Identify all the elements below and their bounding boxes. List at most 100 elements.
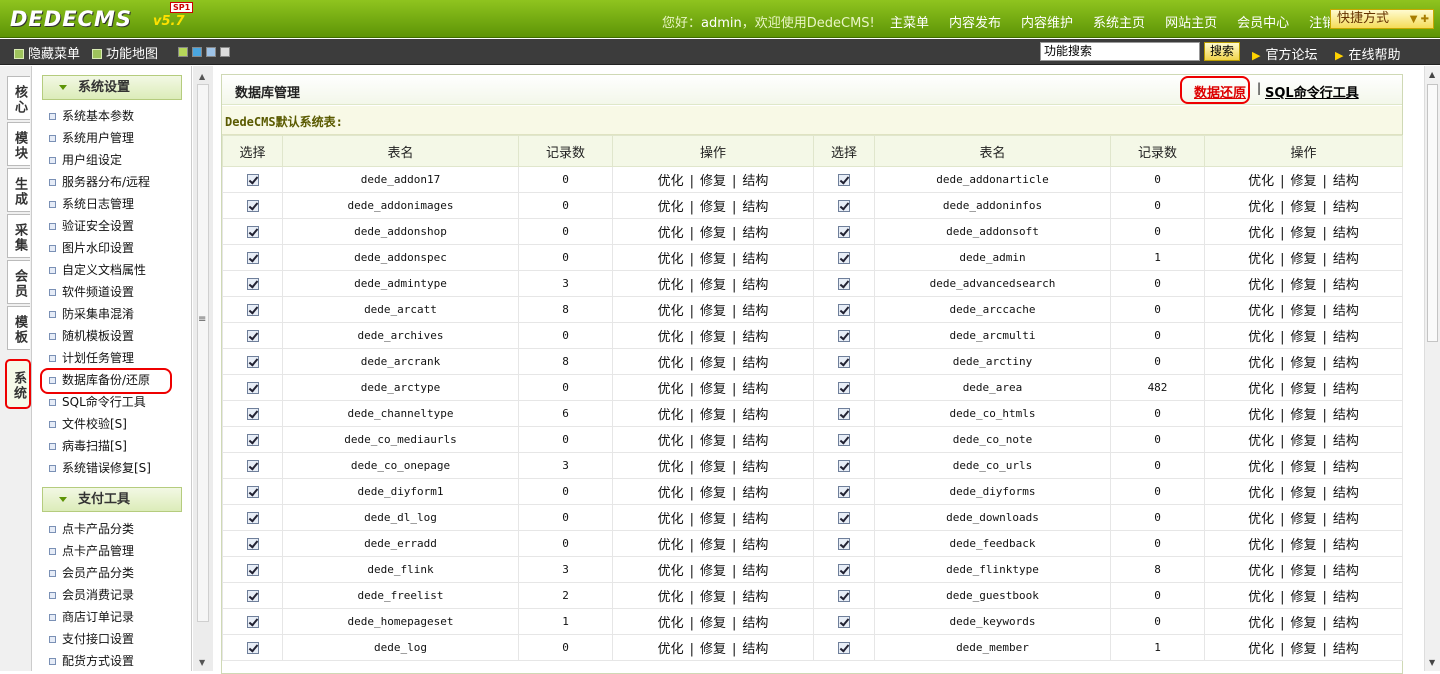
sidebar-item[interactable]: 软件频道设置 [48,283,134,301]
table-checkbox[interactable] [246,642,259,654]
optimize-link[interactable]: 优化 [658,486,684,501]
repair-link[interactable]: 修复 [700,226,726,241]
sidebar-item[interactable]: SQL命令行工具 [48,393,146,411]
optimize-link[interactable]: 优化 [658,304,684,319]
structure-link[interactable]: 结构 [1333,226,1359,241]
scroll-up-arrow-icon[interactable]: ▲ [1429,70,1435,79]
table-checkbox[interactable] [838,174,850,186]
structure-link[interactable]: 结构 [1333,278,1359,293]
top-nav-item[interactable]: 内容发布 [939,12,1011,31]
optimize-link[interactable]: 优化 [658,408,684,423]
table-checkbox[interactable] [838,278,850,290]
official-forum-link[interactable]: ▶ 官方论坛 [1252,44,1317,63]
sidebar-item[interactable]: 商店订单记录 [48,608,134,626]
sidebar-item[interactable]: 系统基本参数 [48,107,134,125]
structure-link[interactable]: 结构 [742,200,768,215]
repair-link[interactable]: 修复 [1290,174,1316,189]
table-checkbox[interactable] [838,434,850,446]
search-button[interactable]: 搜索 [1204,42,1240,61]
sidebar-item[interactable]: 病毒扫描[S] [48,437,127,455]
table-checkbox[interactable] [838,408,850,420]
sidebar-item[interactable]: 配货方式设置 [48,652,134,670]
sidebar-item[interactable]: 支付接口设置 [48,630,134,648]
structure-link[interactable]: 结构 [1333,512,1359,527]
structure-link[interactable]: 结构 [1333,200,1359,215]
optimize-link[interactable]: 优化 [1248,538,1274,553]
structure-link[interactable]: 结构 [742,356,768,371]
structure-link[interactable]: 结构 [1333,486,1359,501]
table-checkbox[interactable] [246,382,259,394]
sidebar-item[interactable]: 系统用户管理 [48,129,134,147]
table-checkbox[interactable] [838,226,850,238]
sql-tool-link[interactable]: SQL命令行工具 [1265,82,1359,101]
table-checkbox[interactable] [246,512,259,524]
table-checkbox[interactable] [838,538,850,550]
repair-link[interactable]: 修复 [700,408,726,423]
sidebar-item[interactable]: 用户组设定 [48,151,122,169]
repair-link[interactable]: 修复 [700,304,726,319]
quick-menu-dropdown[interactable]: 快捷方式 ▼ ✚ [1330,9,1434,29]
optimize-link[interactable]: 优化 [658,200,684,215]
function-map-button[interactable]: 功能地图 [92,43,158,62]
vtab-0[interactable]: 核心 [7,76,30,120]
table-checkbox[interactable] [246,356,259,368]
table-checkbox[interactable] [246,304,259,316]
scroll-down-arrow-icon[interactable]: ▼ [199,658,205,667]
top-nav-item[interactable]: 会员中心 [1227,12,1299,31]
table-checkbox[interactable] [246,486,259,498]
optimize-link[interactable]: 优化 [658,382,684,397]
optimize-link[interactable]: 优化 [1248,486,1274,501]
sidebar-item[interactable]: 图片水印设置 [48,239,134,257]
structure-link[interactable]: 结构 [1333,174,1359,189]
frame-splitter[interactable]: ▲ ≡ ▼ [193,66,213,671]
repair-link[interactable]: 修复 [700,278,726,293]
optimize-link[interactable]: 优化 [1248,356,1274,371]
table-checkbox[interactable] [838,382,850,394]
repair-link[interactable]: 修复 [1290,538,1316,553]
table-checkbox[interactable] [838,486,850,498]
sidebar-item[interactable]: 文件校验[S] [48,415,127,433]
structure-link[interactable]: 结构 [742,252,768,267]
vtab-5[interactable]: 模板 [7,306,30,350]
sidebar-item[interactable]: 计划任务管理 [48,349,134,367]
repair-link[interactable]: 修复 [1290,356,1316,371]
repair-link[interactable]: 修复 [1290,382,1316,397]
structure-link[interactable]: 结构 [742,590,768,605]
repair-link[interactable]: 修复 [1290,512,1316,527]
structure-link[interactable]: 结构 [1333,252,1359,267]
group-system-settings[interactable]: 系统设置 [42,75,182,100]
structure-link[interactable]: 结构 [1333,382,1359,397]
scroll-down-arrow-icon[interactable]: ▼ [1429,658,1435,667]
structure-link[interactable]: 结构 [1333,590,1359,605]
splitter-scroll-thumb[interactable] [197,84,209,622]
top-nav-item[interactable]: 主菜单 [880,12,939,31]
online-help-link[interactable]: ▶ 在线帮助 [1335,44,1400,63]
structure-link[interactable]: 结构 [1333,538,1359,553]
repair-link[interactable]: 修复 [1290,590,1316,605]
skin-swatch-lightblue[interactable] [206,47,216,57]
table-checkbox[interactable] [838,200,850,212]
optimize-link[interactable]: 优化 [1248,226,1274,241]
repair-link[interactable]: 修复 [700,174,726,189]
table-checkbox[interactable] [246,408,259,420]
optimize-link[interactable]: 优化 [658,278,684,293]
data-restore-link[interactable]: 数据还原 [1194,82,1246,101]
sidebar-item[interactable]: 会员消费记录 [48,586,134,604]
optimize-link[interactable]: 优化 [658,226,684,241]
table-checkbox[interactable] [838,512,850,524]
sidebar-item[interactable]: 系统日志管理 [48,195,134,213]
structure-link[interactable]: 结构 [1333,434,1359,449]
structure-link[interactable]: 结构 [742,460,768,475]
sidebar-item[interactable]: 点卡产品分类 [48,520,134,538]
structure-link[interactable]: 结构 [1333,616,1359,631]
table-checkbox[interactable] [246,538,259,550]
repair-link[interactable]: 修复 [1290,408,1316,423]
repair-link[interactable]: 修复 [1290,304,1316,319]
repair-link[interactable]: 修复 [700,382,726,397]
optimize-link[interactable]: 优化 [1248,642,1274,657]
optimize-link[interactable]: 优化 [1248,512,1274,527]
top-nav-item[interactable]: 系统主页 [1083,12,1155,31]
repair-link[interactable]: 修复 [700,538,726,553]
scroll-up-arrow-icon[interactable]: ▲ [199,72,205,81]
table-checkbox[interactable] [838,642,850,654]
